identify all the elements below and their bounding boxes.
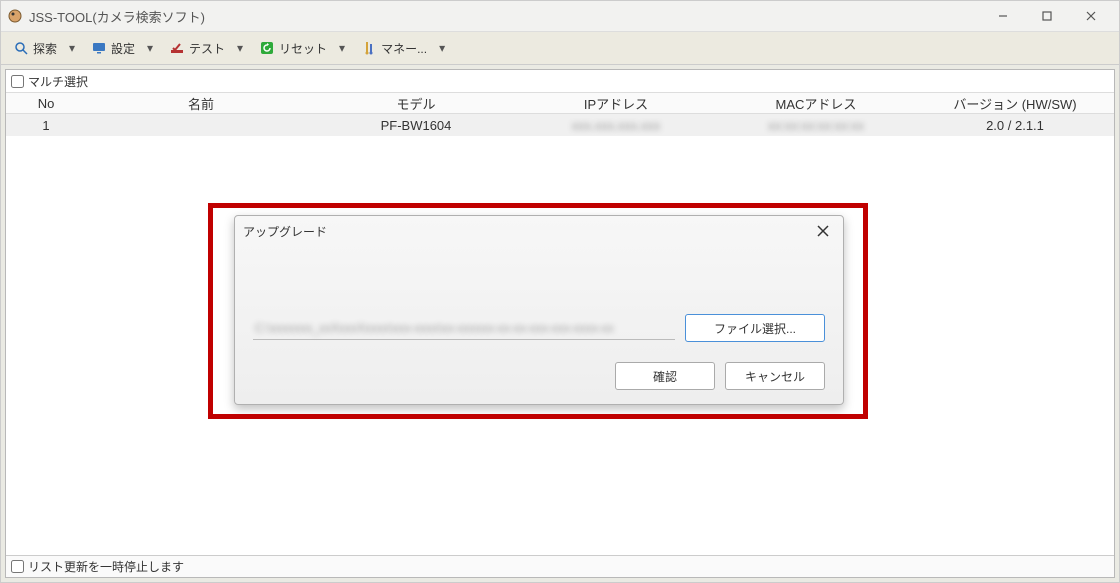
manager-label: マネー... xyxy=(381,40,427,57)
maximize-button[interactable] xyxy=(1025,2,1069,30)
file-row: C:\xxxxxxx_xxXxxxXxxxx\xxx-xxxx\xx-xxxxx… xyxy=(253,314,825,342)
reset-dropdown[interactable]: ▾ xyxy=(335,41,349,55)
explore-button[interactable]: 探索 xyxy=(7,35,63,61)
title-bar: JSS-TOOL(カメラ検索ソフト) xyxy=(1,1,1119,31)
table-body: 1 PF-BW1604 xxx.xxx.xxx.xxx xx:xx:xx:xx:… xyxy=(6,114,1114,555)
confirm-button[interactable]: 確認 xyxy=(615,362,715,390)
test-button[interactable]: テスト xyxy=(163,35,231,61)
close-button[interactable] xyxy=(1069,2,1113,30)
table-row[interactable]: 1 PF-BW1604 xxx.xxx.xxx.xxx xx:xx:xx:xx:… xyxy=(6,114,1114,136)
settings-dropdown[interactable]: ▾ xyxy=(143,41,157,55)
manager-button[interactable]: マネー... xyxy=(355,35,433,61)
check-icon xyxy=(169,40,185,56)
dialog-title: アップグレード xyxy=(243,223,811,240)
dialog-buttons: 確認 キャンセル xyxy=(253,362,825,390)
pause-refresh-label: リスト更新を一時停止します xyxy=(28,558,184,575)
multi-select-checkbox[interactable] xyxy=(11,75,24,88)
dialog-body: C:\xxxxxxx_xxXxxxXxxxx\xxx-xxxx\xx-xxxxx… xyxy=(235,246,843,404)
col-ip[interactable]: IPアドレス xyxy=(516,94,716,113)
explore-label: 探索 xyxy=(33,40,57,57)
multi-select-row: マルチ選択 xyxy=(6,70,1114,92)
col-name[interactable]: 名前 xyxy=(86,94,316,113)
window-title: JSS-TOOL(カメラ検索ソフト) xyxy=(29,7,981,26)
cell-model: PF-BW1604 xyxy=(316,118,516,133)
dialog-close-button[interactable] xyxy=(811,219,835,243)
manager-dropdown[interactable]: ▾ xyxy=(435,41,449,55)
file-select-button[interactable]: ファイル選択... xyxy=(685,314,825,342)
search-icon xyxy=(13,40,29,56)
tools-icon xyxy=(361,40,377,56)
col-mac[interactable]: MACアドレス xyxy=(716,94,916,113)
minimize-button[interactable] xyxy=(981,2,1025,30)
reset-button[interactable]: リセット xyxy=(253,35,333,61)
toolbar: 探索 ▾ 設定 ▾ テスト ▾ リセット ▾ マネー... ▾ xyxy=(1,31,1119,65)
cancel-button[interactable]: キャンセル xyxy=(725,362,825,390)
col-ver[interactable]: バージョン (HW/SW) xyxy=(916,94,1114,113)
settings-button[interactable]: 設定 xyxy=(85,35,141,61)
table-header: No 名前 モデル IPアドレス MACアドレス バージョン (HW/SW) xyxy=(6,92,1114,114)
content-panel: マルチ選択 No 名前 モデル IPアドレス MACアドレス バージョン (HW… xyxy=(5,69,1115,578)
file-path-field[interactable]: C:\xxxxxxx_xxXxxxXxxxx\xxx-xxxx\xx-xxxxx… xyxy=(253,317,675,340)
settings-label: 設定 xyxy=(111,40,135,57)
pause-refresh-checkbox[interactable] xyxy=(11,560,24,573)
monitor-icon xyxy=(91,40,107,56)
col-no[interactable]: No xyxy=(6,96,86,111)
reset-label: リセット xyxy=(279,40,327,57)
cell-mac: xx:xx:xx:xx:xx:xx xyxy=(716,118,916,133)
explore-dropdown[interactable]: ▾ xyxy=(65,41,79,55)
app-icon xyxy=(7,8,23,24)
test-label: テスト xyxy=(189,40,225,57)
status-row: リスト更新を一時停止します xyxy=(6,555,1114,577)
cell-ver: 2.0 / 2.1.1 xyxy=(916,118,1114,133)
test-dropdown[interactable]: ▾ xyxy=(233,41,247,55)
multi-select-label: マルチ選択 xyxy=(28,73,88,90)
dialog-title-bar: アップグレード xyxy=(235,216,843,246)
window-controls xyxy=(981,2,1113,30)
reset-icon xyxy=(259,40,275,56)
cell-no: 1 xyxy=(6,118,86,133)
main-window: JSS-TOOL(カメラ検索ソフト) 探索 ▾ 設定 ▾ テスト ▾ リセット … xyxy=(0,0,1120,583)
cell-ip: xxx.xxx.xxx.xxx xyxy=(516,118,716,133)
col-model[interactable]: モデル xyxy=(316,94,516,113)
upgrade-dialog: アップグレード C:\xxxxxxx_xxXxxxXxxxx\xxx-xxxx\… xyxy=(234,215,844,405)
